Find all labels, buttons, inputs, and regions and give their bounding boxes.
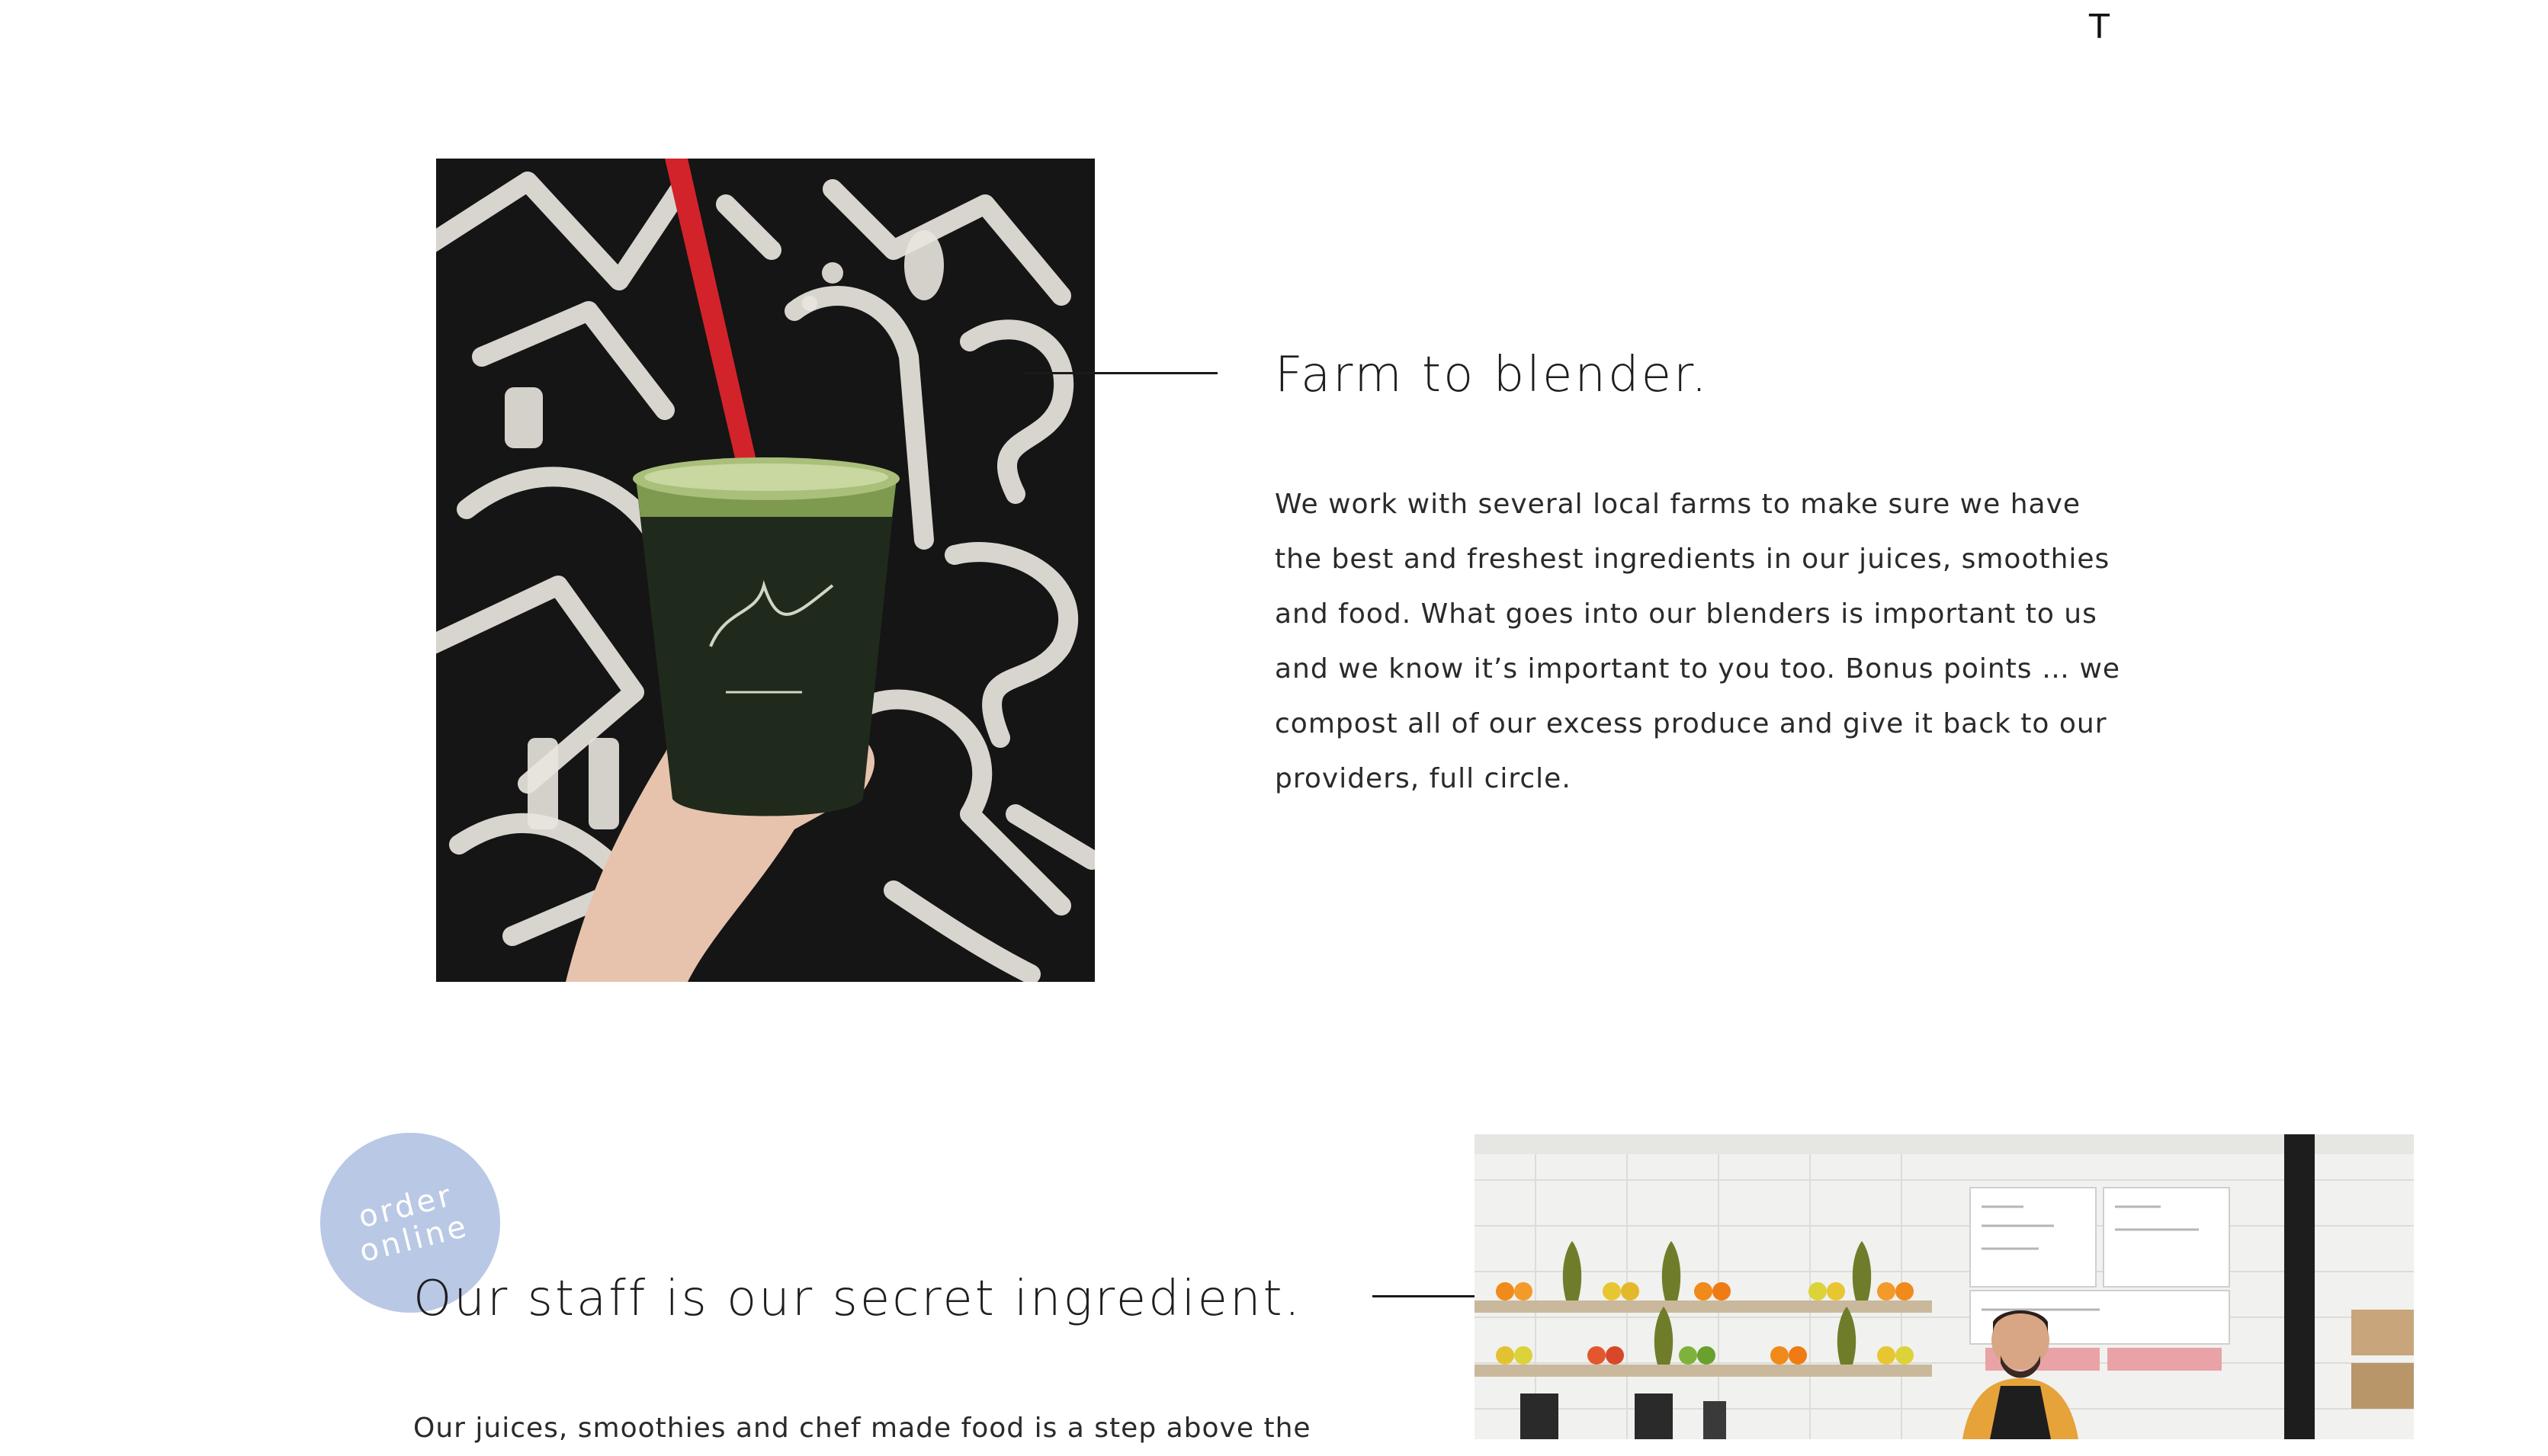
juice-cup-illustration [436, 159, 1095, 982]
juice-bar-illustration [1475, 1134, 2414, 1439]
order-online-label: order online [348, 1177, 473, 1269]
staff-section-headline: Our staff is our secret ingredient. [413, 1271, 1302, 1327]
header-logo-mark[interactable]: T [2089, 8, 2110, 47]
juice-bar-staff-photo [1475, 1134, 2414, 1439]
farm-section-body: We work with several local farms to make… [1275, 489, 2121, 794]
staff-section-body: Our juices, smoothies and chef made food… [413, 1413, 1311, 1444]
farm-section-headline: Farm to blender. [1275, 347, 1709, 403]
juice-cup-photo [436, 159, 1095, 982]
section-divider-line [1023, 372, 1218, 374]
